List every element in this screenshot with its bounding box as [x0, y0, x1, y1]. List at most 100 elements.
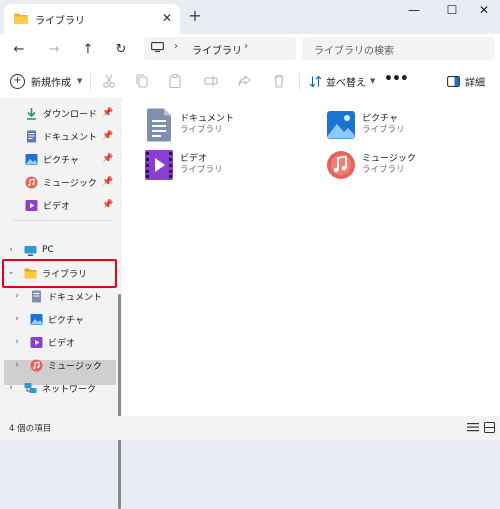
new-button-label: 新規作成 — [31, 77, 71, 89]
sort-icon — [309, 75, 322, 87]
breadcrumb-libraries[interactable]: ライブラリ — [192, 42, 242, 57]
sidebar-divider — [12, 220, 112, 221]
breadcrumb-separator: › — [174, 41, 178, 52]
library-type: ライブラリ — [180, 125, 223, 135]
expand-chevron-icon[interactable]: › — [6, 243, 16, 257]
sidebar-item-pc[interactable]: PC — [24, 241, 54, 259]
sidebar-item-lib-videos[interactable]: ビデオ — [30, 333, 75, 351]
item-count: 4 個の項目 — [9, 424, 52, 434]
sidebar-item-label: ミュージック — [43, 178, 97, 189]
sidebar-scrollbar[interactable] — [118, 294, 121, 509]
library-item-documents[interactable]: ドキュメント ライブラリ — [144, 108, 304, 148]
details-pane-icon — [447, 75, 460, 87]
tab-libraries[interactable]: ライブラリ ✕ — [4, 4, 180, 34]
sort-button[interactable]: 並べ替え ▼ — [309, 73, 375, 89]
library-item-pictures[interactable]: ピクチャ ライブラリ — [326, 108, 486, 148]
sidebar-item-label: ドキュメント — [43, 132, 98, 143]
library-type: ライブラリ — [362, 165, 405, 175]
download-icon — [27, 107, 36, 120]
details-view-icon[interactable] — [467, 422, 479, 433]
chevron-down-icon: ▼ — [77, 77, 83, 85]
title-bar: ライブラリ ✕ + — ☐ ✕ — [0, 0, 500, 34]
tab-title: ライブラリ — [35, 16, 85, 27]
pin-icon: 📌 — [102, 131, 114, 141]
network-icon — [24, 382, 37, 393]
pin-icon: 📌 — [102, 108, 114, 118]
address-bar[interactable]: › ライブラリ › — [144, 37, 296, 60]
sidebar-item-music[interactable]: ミュージック — [25, 173, 97, 191]
music-icon — [25, 176, 38, 188]
pin-icon: 📌 — [102, 154, 114, 164]
sidebar-item-label: ドキュメント — [48, 292, 103, 303]
copy-icon[interactable] — [134, 73, 150, 89]
new-button[interactable]: + 新規作成 ▼ — [10, 73, 82, 89]
sidebar-item-videos[interactable]: ビデオ — [25, 196, 70, 214]
monitor-icon — [151, 42, 164, 52]
sidebar-item-lib-documents[interactable]: ドキュメント — [30, 287, 102, 305]
new-tab-button[interactable]: + — [186, 8, 204, 24]
library-item-videos[interactable]: ビデオ ライブラリ — [144, 148, 304, 188]
breadcrumb-chevron[interactable]: › — [244, 41, 248, 52]
expand-chevron-icon[interactable]: › — [12, 335, 22, 349]
expand-chevron-icon[interactable]: › — [6, 381, 16, 395]
library-item-music[interactable]: ミュージック ライブラリ — [326, 148, 486, 188]
videos-library-icon — [145, 150, 173, 180]
sidebar-item-lib-music[interactable]: ミュージック — [30, 356, 102, 374]
details-pane-button[interactable]: 詳細 — [447, 73, 485, 89]
pc-icon — [24, 245, 37, 256]
close-window-button[interactable]: ✕ — [462, 0, 500, 20]
picture-icon — [25, 153, 38, 165]
sidebar-item-downloads[interactable]: ダウンロード — [25, 104, 97, 122]
toolbar-divider — [90, 73, 91, 90]
tiles-view-icon[interactable] — [484, 422, 495, 433]
search-placeholder: ライブラリの検索 — [314, 46, 394, 57]
music-library-icon — [30, 359, 43, 371]
music-library-icon — [327, 151, 355, 179]
content-pane: ドキュメント ライブラリ ピクチャ ライブラリ ビデオ ライブラリ ミュージック… — [122, 98, 500, 416]
file-explorer-window: ライブラリ ✕ + — ☐ ✕ ← → ↑ ↻ › ライブラリ › ライブラリの… — [0, 0, 500, 509]
status-bar: 4 個の項目 — [0, 416, 500, 440]
sidebar-item-label: PC — [42, 245, 54, 255]
sidebar-item-label: ピクチャ — [48, 315, 84, 326]
toolbar-divider — [299, 73, 300, 90]
sidebar-item-label: ビデオ — [48, 338, 76, 349]
sidebar-item-label: ピクチャ — [43, 155, 79, 166]
document-icon — [27, 130, 36, 142]
refresh-button[interactable]: ↻ — [111, 39, 131, 59]
close-tab-icon[interactable]: ✕ — [159, 11, 175, 25]
expand-chevron-icon[interactable]: › — [12, 289, 22, 303]
documents-library-icon — [32, 290, 41, 302]
pictures-library-icon — [327, 111, 355, 139]
search-box[interactable]: ライブラリの検索 — [302, 37, 495, 60]
up-button[interactable]: ↑ — [78, 39, 98, 59]
navigation-pane: ダウンロード 📌 ドキュメント 📌 ピクチャ 📌 ミュージック 📌 ビデオ 📌 … — [0, 98, 121, 509]
forward-button[interactable]: → — [44, 39, 64, 59]
videos-library-icon — [30, 336, 43, 348]
sidebar-item-label: ミュージック — [48, 361, 102, 372]
expand-chevron-icon[interactable]: › — [12, 312, 22, 326]
pictures-library-icon — [30, 313, 43, 325]
folder-icon — [14, 13, 28, 24]
pin-icon: 📌 — [102, 177, 114, 187]
sidebar-item-network[interactable]: ネットワーク — [24, 379, 96, 397]
video-icon — [25, 199, 38, 211]
expand-chevron-icon[interactable]: › — [12, 358, 22, 372]
sidebar-item-label: ビデオ — [43, 201, 71, 212]
rename-icon[interactable] — [203, 73, 219, 89]
sidebar-item-pictures[interactable]: ピクチャ — [25, 150, 79, 168]
sidebar-item-label: ダウンロード — [43, 109, 98, 120]
plus-icon: + — [10, 73, 25, 89]
documents-library-icon — [147, 108, 171, 142]
pin-icon: 📌 — [102, 200, 114, 210]
share-icon[interactable] — [236, 73, 252, 89]
details-label: 詳細 — [465, 77, 485, 89]
back-button[interactable]: ← — [9, 39, 29, 59]
delete-icon[interactable] — [271, 73, 287, 89]
command-bar: + 新規作成 ▼ 並べ替え ▼ ••• 詳細 — [0, 64, 500, 99]
sidebar-item-documents[interactable]: ドキュメント — [25, 127, 97, 145]
library-type: ライブラリ — [180, 165, 223, 175]
more-options-button[interactable]: ••• — [384, 72, 409, 86]
sidebar-item-lib-pictures[interactable]: ピクチャ — [30, 310, 84, 328]
paste-icon[interactable] — [167, 73, 183, 89]
cut-icon[interactable] — [101, 73, 117, 89]
